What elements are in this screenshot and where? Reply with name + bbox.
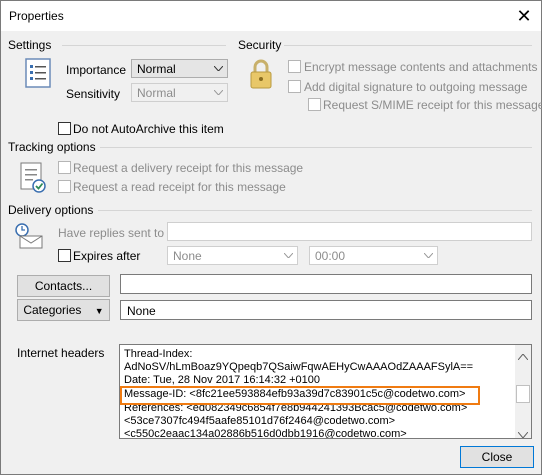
replies-label: Have replies sent to <box>58 226 165 240</box>
autoarchive-label: Do not AutoArchive this item <box>73 122 224 136</box>
close-icon[interactable]: ✕ <box>511 4 537 28</box>
signature-checkbox[interactable] <box>288 80 301 93</box>
delivery-receipt-checkbox[interactable] <box>58 161 71 174</box>
encrypt-label: Encrypt message contents and attachments <box>304 60 538 74</box>
replies-input[interactable] <box>167 222 532 241</box>
contacts-button-label: Contacts... <box>34 279 93 293</box>
expires-time-value: 00:00 <box>315 249 346 263</box>
encrypt-checkbox[interactable] <box>288 60 301 73</box>
autoarchive-checkbox[interactable] <box>58 122 71 135</box>
chevron-down-icon <box>419 247 437 264</box>
expires-date-picker[interactable]: None <box>167 246 298 265</box>
dialog-title: Properties <box>9 9 64 23</box>
tracking-header: Tracking options <box>8 140 96 154</box>
importance-label: Importance <box>66 63 127 77</box>
scroll-down-icon[interactable] <box>517 427 529 441</box>
delivery-header: Delivery options <box>8 203 94 217</box>
scroll-thumb[interactable] <box>516 385 530 403</box>
title-bar: Properties ✕ <box>1 1 541 31</box>
delivery-receipt-label: Request a delivery receipt for this mess… <box>73 161 304 175</box>
smime-label: Request S/MIME receipt for this message <box>323 98 542 112</box>
expires-checkbox[interactable] <box>58 249 71 262</box>
chevron-down-icon <box>209 84 227 101</box>
contacts-button[interactable]: Contacts... <box>17 275 110 297</box>
settings-list-icon <box>25 58 51 88</box>
importance-value: Normal <box>137 62 176 76</box>
categories-input[interactable]: None <box>120 300 532 320</box>
categories-value: None <box>127 304 156 318</box>
contacts-input[interactable] <box>120 274 532 294</box>
expires-label: Expires after <box>73 249 141 263</box>
settings-divider <box>62 45 226 46</box>
header-line: <53ce7307fc494f5aafe85101d76f2464@codetw… <box>124 415 396 427</box>
sensitivity-value: Normal <box>137 86 176 100</box>
headers-scrollbar[interactable] <box>515 345 531 441</box>
expires-time-picker[interactable]: 00:00 <box>309 246 438 265</box>
expires-date-value: None <box>173 249 202 263</box>
header-line: Thread-Index: <box>124 348 193 360</box>
smime-checkbox[interactable] <box>308 98 321 111</box>
close-button-label: Close <box>481 450 513 464</box>
tracking-divider <box>100 147 532 148</box>
internet-headers-label: Internet headers <box>17 346 105 360</box>
message-id-highlight <box>120 386 480 405</box>
read-receipt-checkbox[interactable] <box>58 180 71 193</box>
categories-button[interactable]: Categories ▼ <box>17 299 110 321</box>
read-receipt-label: Request a read receipt for this message <box>73 180 286 194</box>
scroll-up-icon[interactable] <box>517 349 529 363</box>
sensitivity-label: Sensitivity <box>66 87 121 101</box>
delivery-options-icon <box>14 222 46 250</box>
lock-icon <box>248 58 274 90</box>
header-line: Date: Tue, 28 Nov 2017 16:14:32 +0100 <box>124 374 321 386</box>
header-line: AdNoSV/hLmBoaz9YQpeqb7QSaiwFqwAEHyCwAAAO… <box>124 361 474 373</box>
security-header: Security <box>238 38 282 52</box>
tracking-checklist-icon <box>20 160 48 194</box>
chevron-down-icon: ▼ <box>94 306 104 316</box>
categories-button-label: Categories <box>23 303 82 317</box>
sensitivity-select[interactable]: Normal <box>131 83 228 102</box>
chevron-down-icon <box>209 60 227 77</box>
close-button[interactable]: Close <box>460 446 534 468</box>
settings-header: Settings <box>8 38 52 52</box>
signature-label: Add digital signature to outgoing messag… <box>304 80 528 94</box>
security-divider <box>284 45 532 46</box>
chevron-down-icon <box>279 247 297 264</box>
importance-select[interactable]: Normal <box>131 59 228 78</box>
delivery-divider <box>98 210 532 211</box>
header-line: <c550c2eaac134a02886b516d0dbb1916@codetw… <box>124 428 407 439</box>
